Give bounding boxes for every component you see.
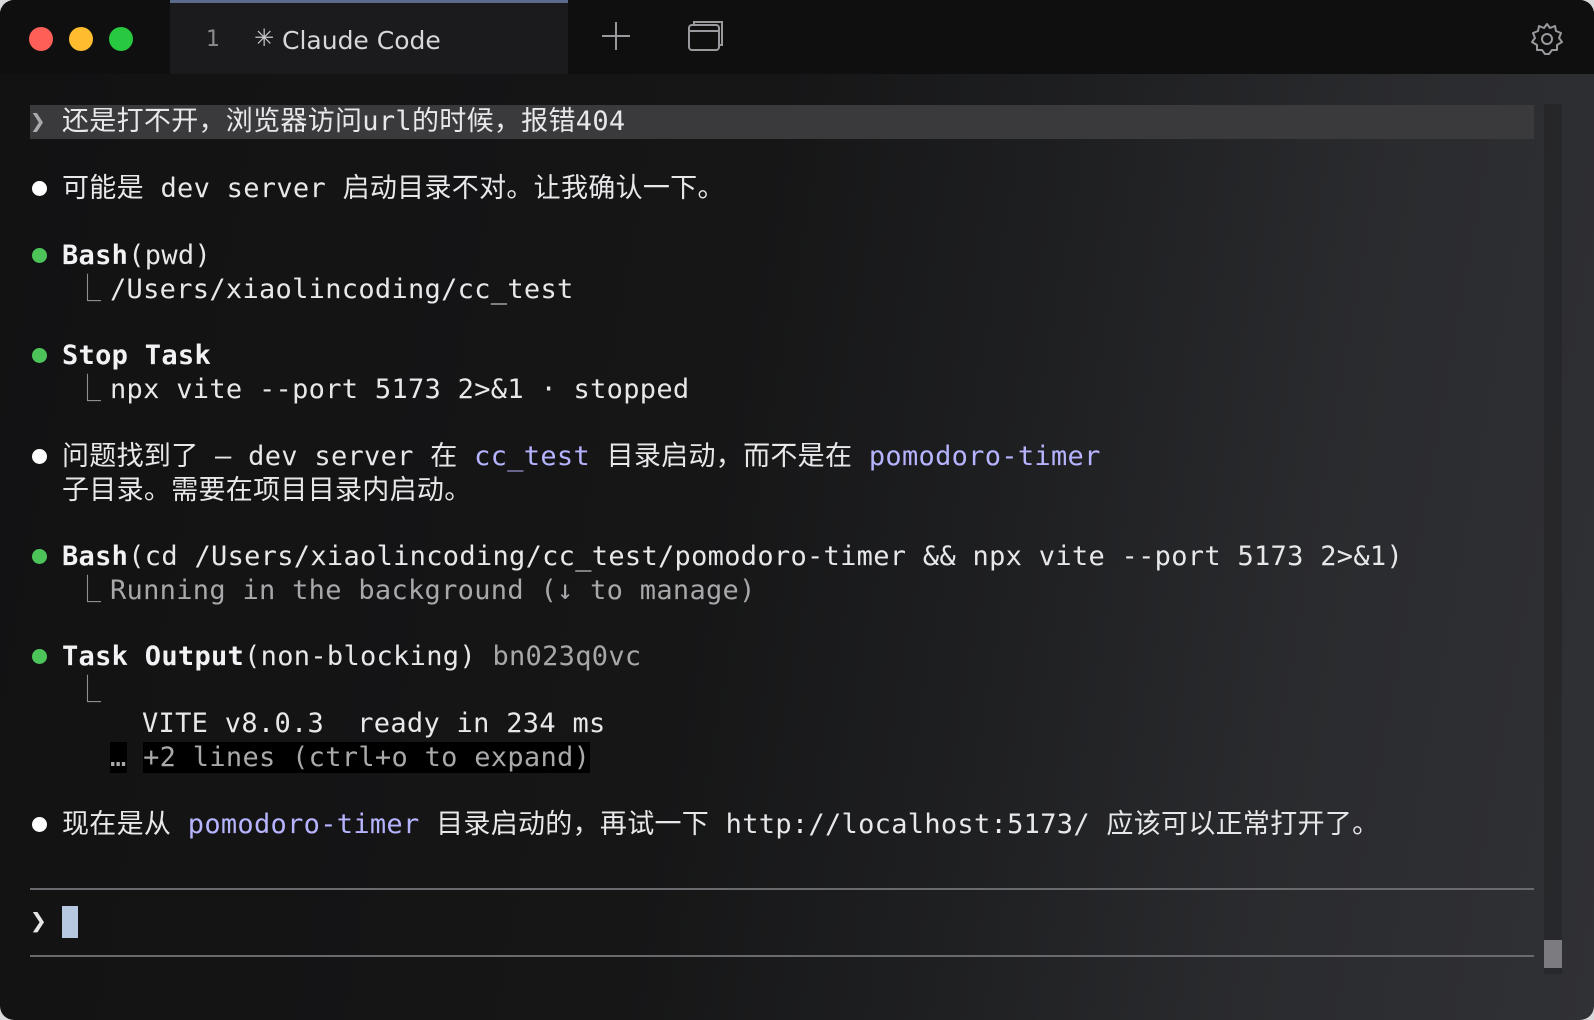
text-cursor[interactable] (62, 906, 78, 938)
tool-success-icon (32, 248, 47, 263)
message-text: 目录启动，而不是在 (590, 441, 869, 472)
tool-call-stop-task: Stop Task (62, 340, 211, 371)
tool-args: (non-blocking) (244, 641, 476, 672)
tool-call-bash: Bash(pwd) (62, 239, 211, 273)
vite-ready-line: VITE v8.0.3 ready in 234 ms (142, 708, 606, 739)
collapsed-output[interactable]: … +2 lines (ctrl+o to expand) (110, 741, 591, 775)
input-prompt-symbol: ❯ (30, 904, 47, 937)
user-prompt: 还是打不开，浏览器访问url的时候，报错404 (62, 106, 626, 137)
message-bullet-icon (32, 449, 47, 464)
scrollbar-track[interactable] (1544, 104, 1562, 974)
tab-claude-code[interactable]: 1 ✳ Claude Code (170, 0, 568, 74)
terminal-window: 1 ✳ Claude Code ❯ 还是打不开，浏览器访问url的时候，报错40… (0, 0, 1594, 1020)
tool-success-icon (32, 348, 47, 363)
prompt-chevron-icon: ❯ (30, 107, 46, 137)
task-id: bn023q0vc (475, 641, 642, 672)
assistant-message: 问题找到了 — dev server 在 cc_test 目录启动，而不是在 p… (62, 440, 1101, 474)
terminal-content: ❯ 还是打不开，浏览器访问url的时候，报错404 可能是 dev server… (0, 74, 1594, 1020)
ellipsis: … (110, 742, 127, 773)
tool-args: (cd /Users/xiaolincoding/cc_test/pomodor… (128, 541, 1403, 572)
scrollbar-thumb[interactable] (1544, 940, 1562, 968)
directory-name: pomodoro-timer (868, 441, 1101, 472)
branch-icon: ⎿ (74, 575, 101, 606)
message-text: 现在是从 (62, 809, 188, 840)
message-text: 目录启动的，再试一下 http://localhost:5173/ 应该可以正常… (419, 809, 1380, 840)
branch-icon: ⎿ (74, 675, 101, 706)
branch-icon: ⎿ (74, 374, 101, 405)
input-bottom-border (30, 955, 1534, 957)
minimize-button[interactable] (69, 27, 93, 51)
expand-hint[interactable]: +2 lines (ctrl+o to expand) (143, 742, 591, 773)
tab-title: Claude Code (282, 26, 441, 55)
directory-name: cc_test (474, 441, 591, 472)
tab-number: 1 (206, 27, 220, 52)
tool-name: Task Output (62, 641, 245, 672)
tool-success-icon (32, 549, 47, 564)
tool-output: /Users/xiaolincoding/cc_test (110, 274, 574, 305)
spark-icon: ✳ (254, 24, 275, 52)
new-tab-icon[interactable] (602, 22, 630, 50)
tool-success-icon (32, 649, 47, 664)
gear-icon[interactable] (1530, 22, 1564, 56)
tool-name: Bash (62, 541, 129, 572)
close-button[interactable] (29, 27, 53, 51)
window-icon[interactable] (688, 20, 724, 52)
message-text: 问题找到了 — dev server 在 (62, 441, 475, 472)
tool-output: Running in the background (↓ to manage) (110, 575, 756, 606)
tool-name: Bash (62, 240, 129, 271)
input-top-border (30, 888, 1534, 890)
message-bullet-icon (32, 181, 47, 196)
directory-name: pomodoro-timer (187, 809, 420, 840)
branch-icon: ⎿ (74, 274, 101, 305)
assistant-message-line2: 子目录。需要在项目目录内启动。 (62, 475, 472, 506)
tool-args: (pwd) (128, 240, 212, 271)
tool-call-task-output: Task Output(non-blocking) bn023q0vc (62, 640, 641, 674)
maximize-button[interactable] (109, 27, 133, 51)
message-bullet-icon (32, 817, 47, 832)
tool-call-bash: Bash(cd /Users/xiaolincoding/cc_test/pom… (62, 540, 1403, 574)
assistant-message: 可能是 dev server 启动目录不对。让我确认一下。 (62, 173, 725, 204)
assistant-message: 现在是从 pomodoro-timer 目录启动的，再试一下 http://lo… (62, 808, 1379, 842)
title-bar: 1 ✳ Claude Code (0, 0, 1594, 74)
tool-output: npx vite --port 5173 2>&1 · stopped (110, 374, 690, 405)
